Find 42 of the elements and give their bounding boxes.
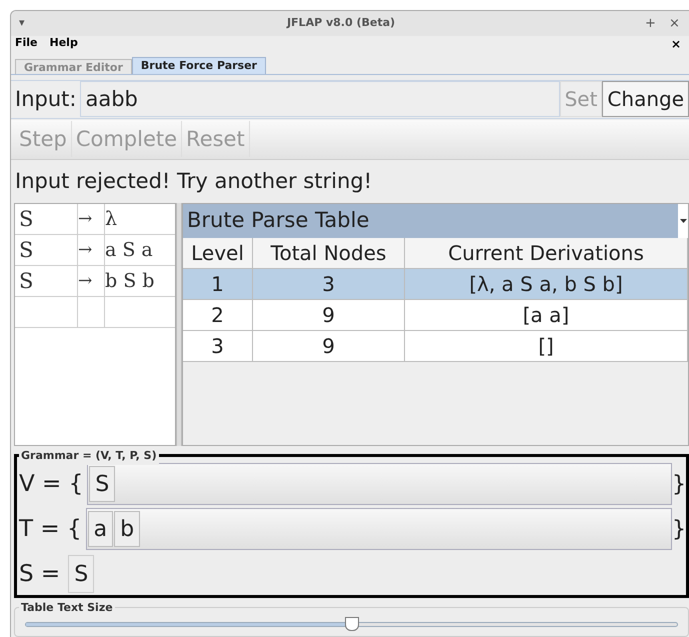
close-button[interactable]: × [671,34,683,53]
symbol-chip[interactable]: S [89,466,116,502]
start-label: S = [18,560,60,589]
table-row[interactable]: 2 9 [a a] [183,300,688,332]
table-cell: S [15,266,78,296]
symbol-chip[interactable]: b [114,511,140,548]
table-cell-text: λ [105,207,118,232]
table-row[interactable]: 3 9 [] [183,331,688,362]
table-cell: → [78,266,105,296]
slider-thumb[interactable] [344,617,358,632]
caret-icon [680,219,686,224]
brace-label: } [672,470,686,499]
table-cell: S [15,204,78,234]
set-field[interactable]: S [87,463,672,506]
status-message: Input rejected! Try another string! [14,168,373,195]
set-field[interactable]: a b [86,508,672,550]
column-header: Level [183,238,253,268]
group-title: Grammar = (V, T, P, S) [19,448,159,465]
dropdown-button[interactable] [678,204,688,238]
menu-item[interactable]: Help [50,35,78,52]
set-label: T = { [18,514,82,544]
table-cell: → [78,235,105,266]
close-button[interactable]: × [669,14,681,34]
table-cell: S [15,235,78,266]
window-menu-button[interactable]: ▾ [19,15,49,32]
change-button[interactable]: Change [602,81,689,118]
table-cell-text: b S b [105,269,156,294]
table-row[interactable]: 1 3 [λ, a S a, b S b] [183,269,688,300]
symbol-chip[interactable]: S [68,555,94,594]
input-field[interactable]: aabb [80,81,560,118]
menu-item[interactable]: File [15,35,38,52]
window-title: JFLAP v8.0 (Beta) [285,15,396,32]
symbol-chip[interactable]: a [88,511,114,548]
table-cell-text: a S a [105,238,154,264]
set-label: V = { [18,470,84,499]
input-label: Input: [15,86,76,113]
brace-label: } [672,516,686,544]
column-header: Current Derivations [405,238,688,268]
maximize-button[interactable]: + [645,14,657,34]
table-cell: → [78,204,105,234]
column-header: Total Nodes [253,238,405,268]
tab[interactable]: Brute Force Parser [132,56,266,74]
